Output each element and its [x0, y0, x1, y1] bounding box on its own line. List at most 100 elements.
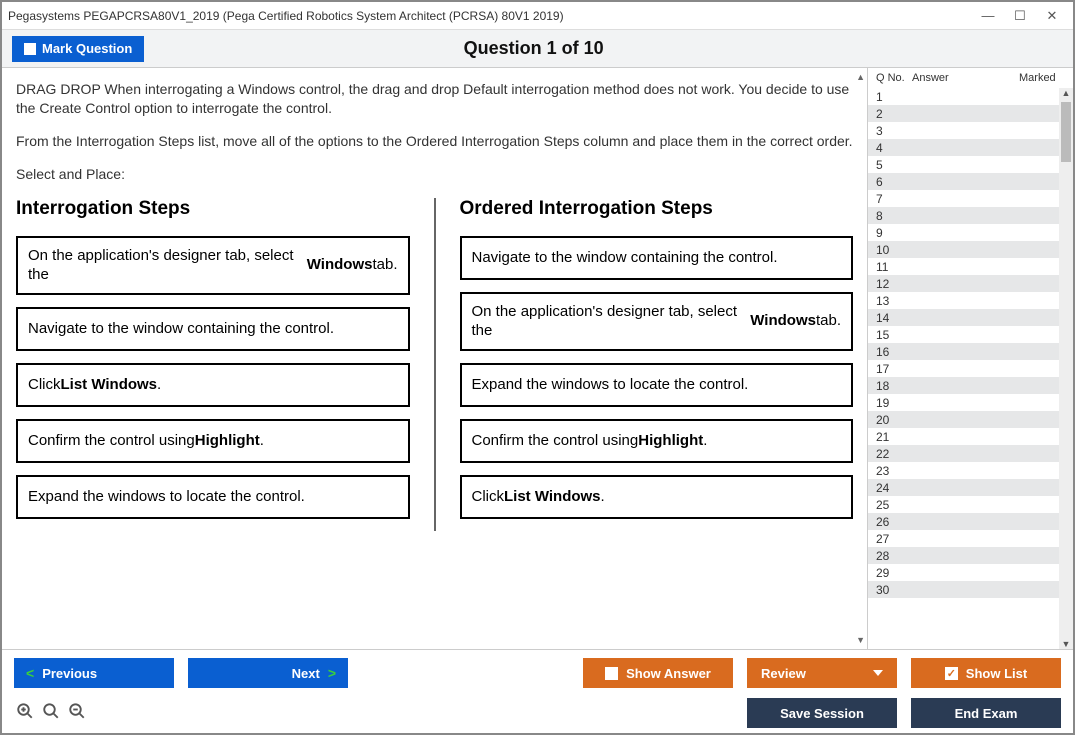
- source-column: Interrogation Steps On the application's…: [16, 198, 410, 531]
- list-item[interactable]: 3: [868, 122, 1073, 139]
- toolbar: Mark Question Question 1 of 10: [2, 30, 1073, 68]
- list-item[interactable]: 2: [868, 105, 1073, 122]
- list-item[interactable]: 20: [868, 411, 1073, 428]
- zoom-controls: [14, 702, 86, 725]
- list-item[interactable]: 16: [868, 343, 1073, 360]
- minimize-icon[interactable]: —: [981, 9, 995, 23]
- close-icon[interactable]: ✕: [1045, 9, 1059, 23]
- list-item[interactable]: 6: [868, 173, 1073, 190]
- scroll-thumb[interactable]: [1061, 102, 1071, 162]
- list-item[interactable]: 29: [868, 564, 1073, 581]
- zoom-out-icon[interactable]: [68, 702, 86, 725]
- window-title: Pegasystems PEGAPCRSA80V1_2019 (Pega Cer…: [8, 9, 981, 23]
- chevron-right-icon: >: [328, 665, 336, 681]
- col-qno: Q No.: [876, 72, 912, 84]
- end-exam-button[interactable]: End Exam: [911, 698, 1061, 728]
- list-item[interactable]: 26: [868, 513, 1073, 530]
- target-item[interactable]: On the application's designer tab, selec…: [460, 292, 854, 351]
- checkbox-icon: [24, 43, 36, 55]
- list-item[interactable]: 17: [868, 360, 1073, 377]
- list-item[interactable]: 15: [868, 326, 1073, 343]
- question-number: 8: [876, 209, 912, 223]
- question-number: 19: [876, 396, 912, 410]
- target-item[interactable]: Expand the windows to locate the control…: [460, 363, 854, 407]
- list-item[interactable]: 9: [868, 224, 1073, 241]
- list-item[interactable]: 1: [868, 88, 1073, 105]
- list-item[interactable]: 11: [868, 258, 1073, 275]
- mark-question-button[interactable]: Mark Question: [12, 36, 144, 62]
- list-scrollbar[interactable]: ▲ ▼: [1059, 88, 1073, 649]
- question-number: 26: [876, 515, 912, 529]
- question-panel: DRAG DROP When interrogating a Windows c…: [2, 68, 867, 649]
- list-item[interactable]: 10: [868, 241, 1073, 258]
- list-item[interactable]: 24: [868, 479, 1073, 496]
- next-button[interactable]: Next >: [188, 658, 348, 688]
- question-scroll[interactable]: DRAG DROP When interrogating a Windows c…: [2, 68, 867, 649]
- list-item[interactable]: 27: [868, 530, 1073, 547]
- save-session-label: Save Session: [780, 706, 864, 721]
- list-item[interactable]: 22: [868, 445, 1073, 462]
- question-number: 29: [876, 566, 912, 580]
- chevron-left-icon: <: [26, 665, 34, 681]
- question-number: 18: [876, 379, 912, 393]
- question-number: 28: [876, 549, 912, 563]
- review-label: Review: [761, 666, 806, 681]
- question-number: 30: [876, 583, 912, 597]
- target-item[interactable]: Confirm the control using Highlight.: [460, 419, 854, 463]
- list-item[interactable]: 30: [868, 581, 1073, 598]
- target-item[interactable]: Navigate to the window containing the co…: [460, 236, 854, 280]
- question-number: 14: [876, 311, 912, 325]
- scroll-down-icon[interactable]: ▼: [1059, 639, 1073, 649]
- source-item[interactable]: Expand the windows to locate the control…: [16, 475, 410, 519]
- question-number: 17: [876, 362, 912, 376]
- list-item[interactable]: 14: [868, 309, 1073, 326]
- source-item[interactable]: Click List Windows.: [16, 363, 410, 407]
- col-marked: Marked: [1019, 72, 1073, 84]
- question-list[interactable]: ▲ ▼ 123456789101112131415161718192021222…: [868, 88, 1073, 649]
- zoom-in-icon[interactable]: [16, 702, 34, 725]
- scroll-down-icon[interactable]: ▼: [856, 635, 865, 645]
- question-number: 10: [876, 243, 912, 257]
- question-number: 16: [876, 345, 912, 359]
- target-column: Ordered Interrogation Steps Navigate to …: [460, 198, 854, 531]
- question-number: 21: [876, 430, 912, 444]
- question-number: 13: [876, 294, 912, 308]
- list-item[interactable]: 21: [868, 428, 1073, 445]
- list-item[interactable]: 28: [868, 547, 1073, 564]
- question-number: 1: [876, 90, 912, 104]
- list-item[interactable]: 19: [868, 394, 1073, 411]
- scroll-up-icon[interactable]: ▲: [1059, 88, 1073, 98]
- list-item[interactable]: 12: [868, 275, 1073, 292]
- question-para-1: DRAG DROP When interrogating a Windows c…: [16, 80, 853, 118]
- list-item[interactable]: 13: [868, 292, 1073, 309]
- source-item[interactable]: Confirm the control using Highlight.: [16, 419, 410, 463]
- list-item[interactable]: 7: [868, 190, 1073, 207]
- question-number: 5: [876, 158, 912, 172]
- main-body: DRAG DROP When interrogating a Windows c…: [2, 68, 1073, 649]
- scroll-up-icon[interactable]: ▲: [856, 72, 865, 82]
- source-item[interactable]: Navigate to the window containing the co…: [16, 307, 410, 351]
- save-session-button[interactable]: Save Session: [747, 698, 897, 728]
- show-list-button[interactable]: ✓ Show List: [911, 658, 1061, 688]
- maximize-icon[interactable]: ☐: [1013, 9, 1027, 23]
- question-number: 15: [876, 328, 912, 342]
- next-label: Next: [292, 666, 320, 681]
- review-button[interactable]: Review: [747, 658, 897, 688]
- question-number: 3: [876, 124, 912, 138]
- question-number: 4: [876, 141, 912, 155]
- list-item[interactable]: 5: [868, 156, 1073, 173]
- show-answer-button[interactable]: Show Answer: [583, 658, 733, 688]
- previous-button[interactable]: < Previous: [14, 658, 174, 688]
- titlebar: Pegasystems PEGAPCRSA80V1_2019 (Pega Cer…: [2, 2, 1073, 30]
- zoom-reset-icon[interactable]: [42, 702, 60, 725]
- target-item[interactable]: Click List Windows.: [460, 475, 854, 519]
- col-answer: Answer: [912, 72, 1019, 84]
- list-item[interactable]: 8: [868, 207, 1073, 224]
- source-item[interactable]: On the application's designer tab, selec…: [16, 236, 410, 295]
- question-para-3: Select and Place:: [16, 165, 853, 184]
- list-item[interactable]: 4: [868, 139, 1073, 156]
- list-item[interactable]: 18: [868, 377, 1073, 394]
- question-number: 24: [876, 481, 912, 495]
- list-item[interactable]: 25: [868, 496, 1073, 513]
- list-item[interactable]: 23: [868, 462, 1073, 479]
